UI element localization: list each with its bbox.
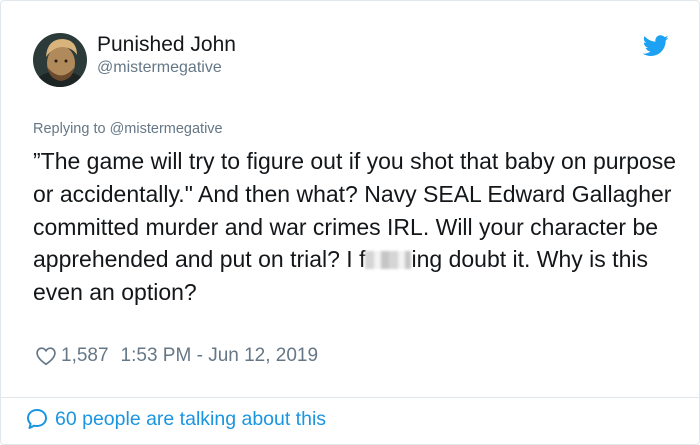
timestamp[interactable]: 1:53 PM - Jun 12, 2019 — [121, 345, 319, 367]
twitter-bird-icon[interactable] — [643, 35, 669, 57]
replying-to-handle-link[interactable]: @mistermegative — [110, 121, 223, 137]
censor-blur — [365, 251, 412, 270]
speech-bubble-icon — [27, 409, 47, 429]
divider — [1, 397, 699, 398]
replying-to-label: Replying to — [33, 121, 110, 137]
author-handle[interactable]: @mistermegative — [97, 59, 222, 77]
tweet-meta: 1,587 1:53 PM - Jun 12, 2019 — [35, 345, 318, 367]
replying-to: Replying to @mistermegative — [33, 121, 223, 137]
conversation-link[interactable]: 60 people are talking about this — [25, 407, 326, 431]
tweet-text: ”The game will try to figure out if you … — [33, 145, 683, 309]
avatar[interactable] — [33, 33, 87, 87]
author-name[interactable]: Punished John — [97, 33, 236, 57]
avatar-image — [33, 33, 87, 87]
tweet-card: Punished John @mistermegative Replying t… — [0, 0, 700, 445]
heart-icon[interactable] — [35, 345, 57, 367]
like-count[interactable]: 1,587 — [61, 345, 109, 367]
conversation-label: 60 people are talking about this — [55, 407, 327, 430]
